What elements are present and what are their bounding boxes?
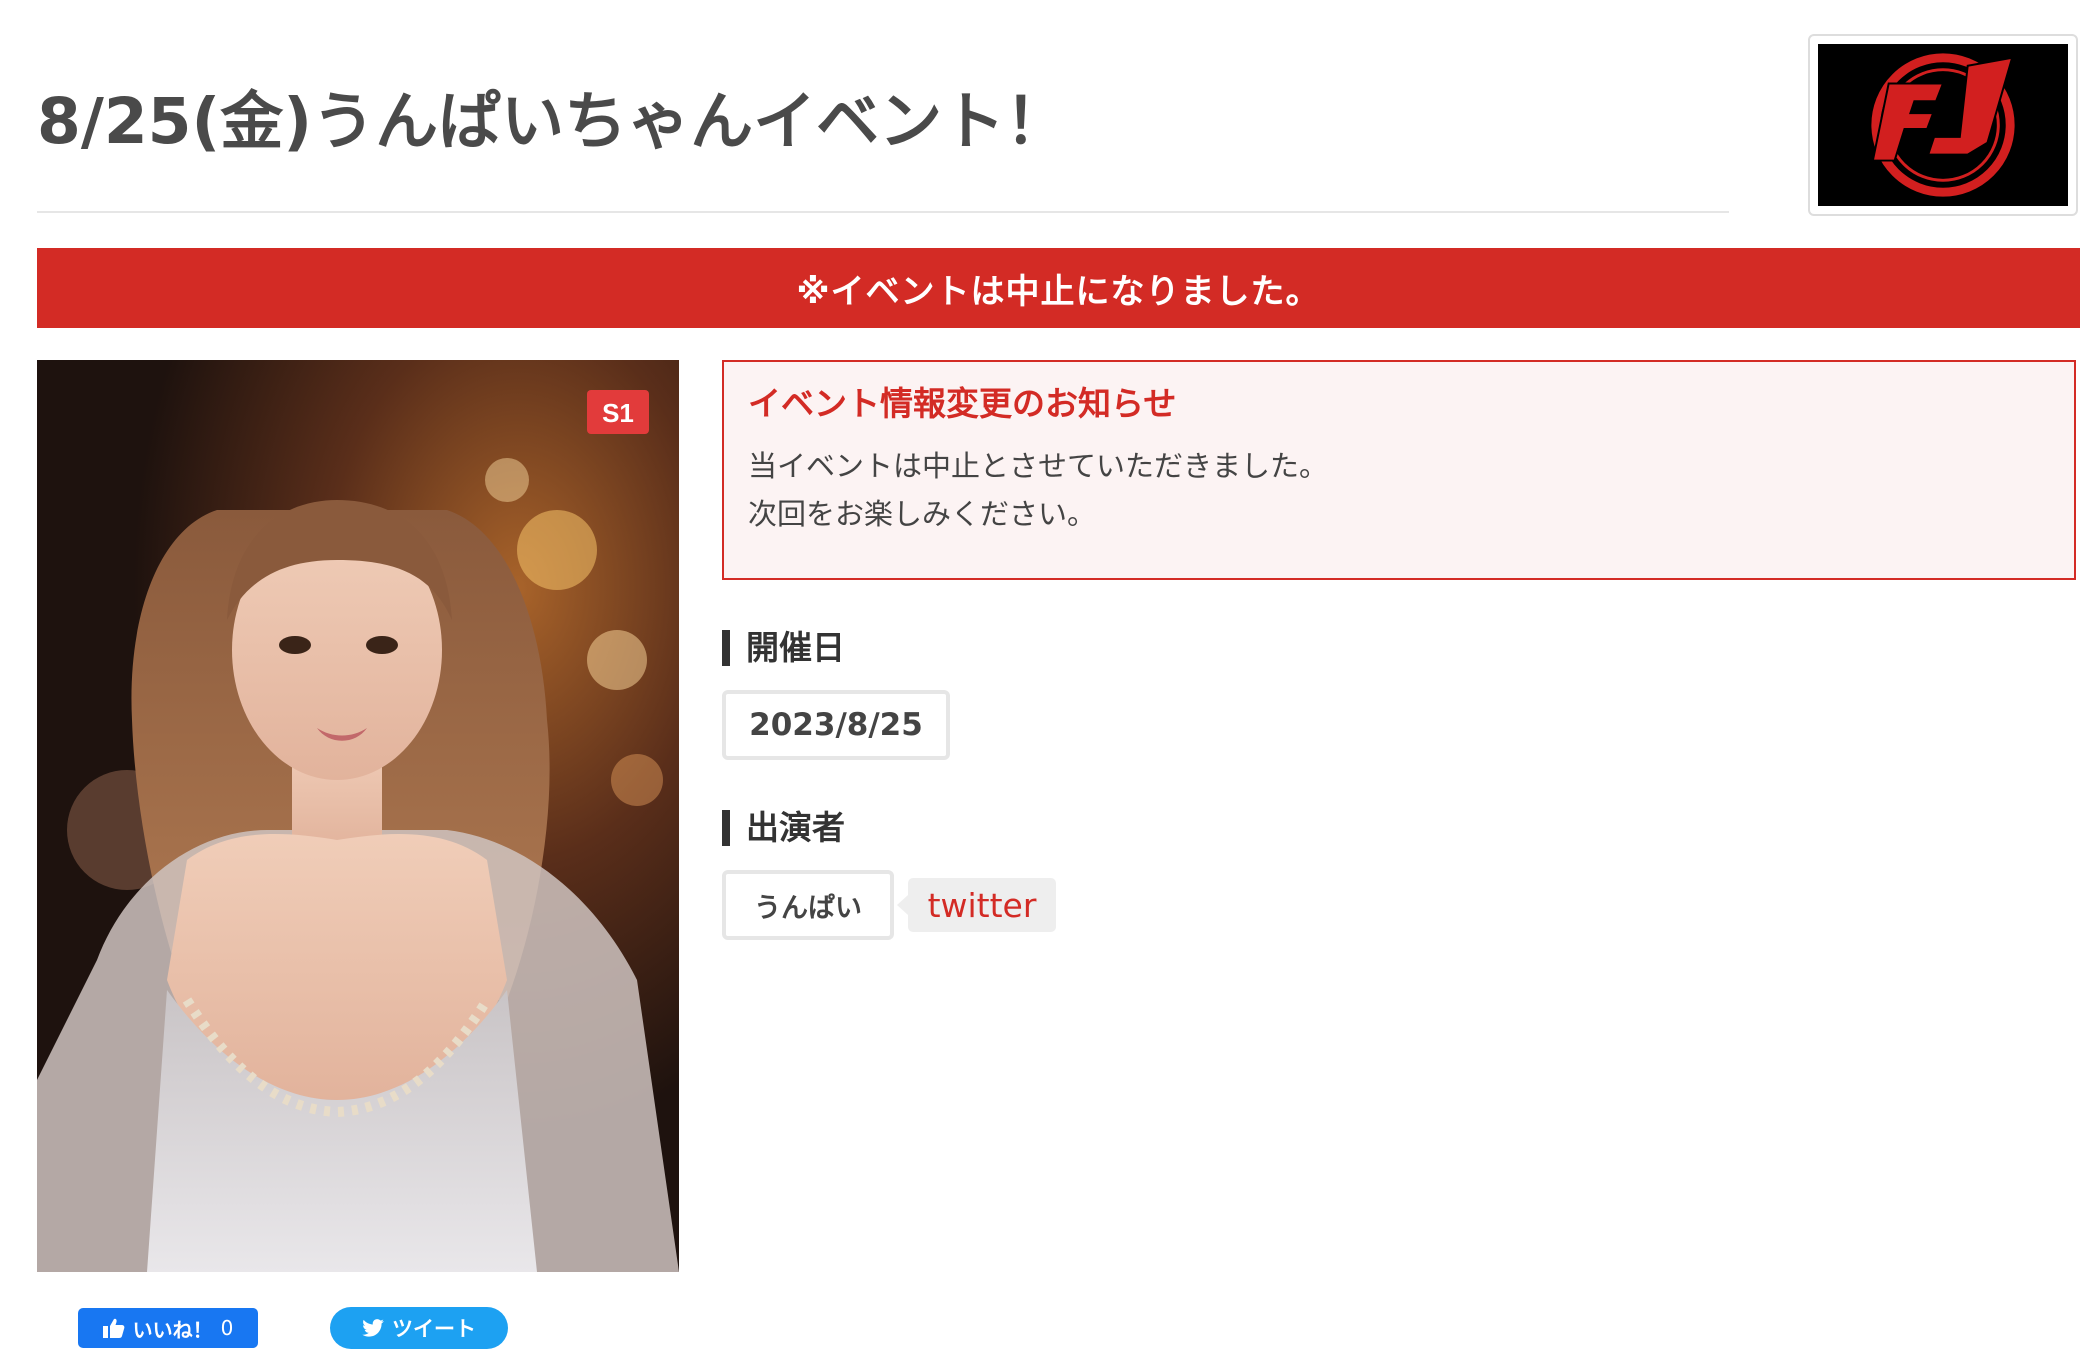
notice-line-1: 当イベントは中止とさせていただきました。 [748, 449, 1329, 483]
notice-body: 当イベントは中止とさせていただきました。 次回をお楽しみください。 [748, 442, 2050, 538]
thumbs-up-icon [102, 1318, 125, 1338]
performer-twitter-link[interactable]: twitter [897, 878, 1056, 932]
notice-line-2: 次回をお楽しみください。 [748, 497, 1097, 531]
cancel-banner: ※イベントは中止になりました。 [37, 248, 2080, 328]
performers-heading: 出演者 [722, 810, 845, 846]
performer-name[interactable]: うんぱい [722, 870, 894, 940]
funapre-logo-icon [1818, 44, 2068, 206]
tweet-button[interactable]: ツイート [330, 1307, 508, 1349]
schedule-heading: 開催日 [722, 630, 845, 666]
event-date: 2023/8/25 [722, 690, 950, 760]
twitter-bird-icon [362, 1319, 384, 1337]
event-change-notice: イベント情報変更のお知らせ 当イベントは中止とさせていただきました。 次回をお楽… [722, 360, 2076, 580]
photo-badge: S1 [602, 398, 634, 428]
site-logo[interactable] [1808, 34, 2078, 216]
notice-title: イベント情報変更のお知らせ [748, 384, 1177, 423]
like-label: いいね！ [132, 1317, 213, 1342]
page: 8/25(金)うんぱいちゃんイベント！ ※イベントは中止になりました。 S1 イ… [0, 0, 2086, 1358]
tweet-label: ツイート [392, 1317, 476, 1341]
like-count: 0 [220, 1316, 234, 1340]
event-photo[interactable]: S1 [37, 360, 679, 1272]
facebook-like-button[interactable]: いいね！ 0 [78, 1308, 258, 1348]
page-title: 8/25(金)うんぱいちゃんイベント！ [37, 85, 1069, 158]
title-divider [37, 211, 1729, 213]
